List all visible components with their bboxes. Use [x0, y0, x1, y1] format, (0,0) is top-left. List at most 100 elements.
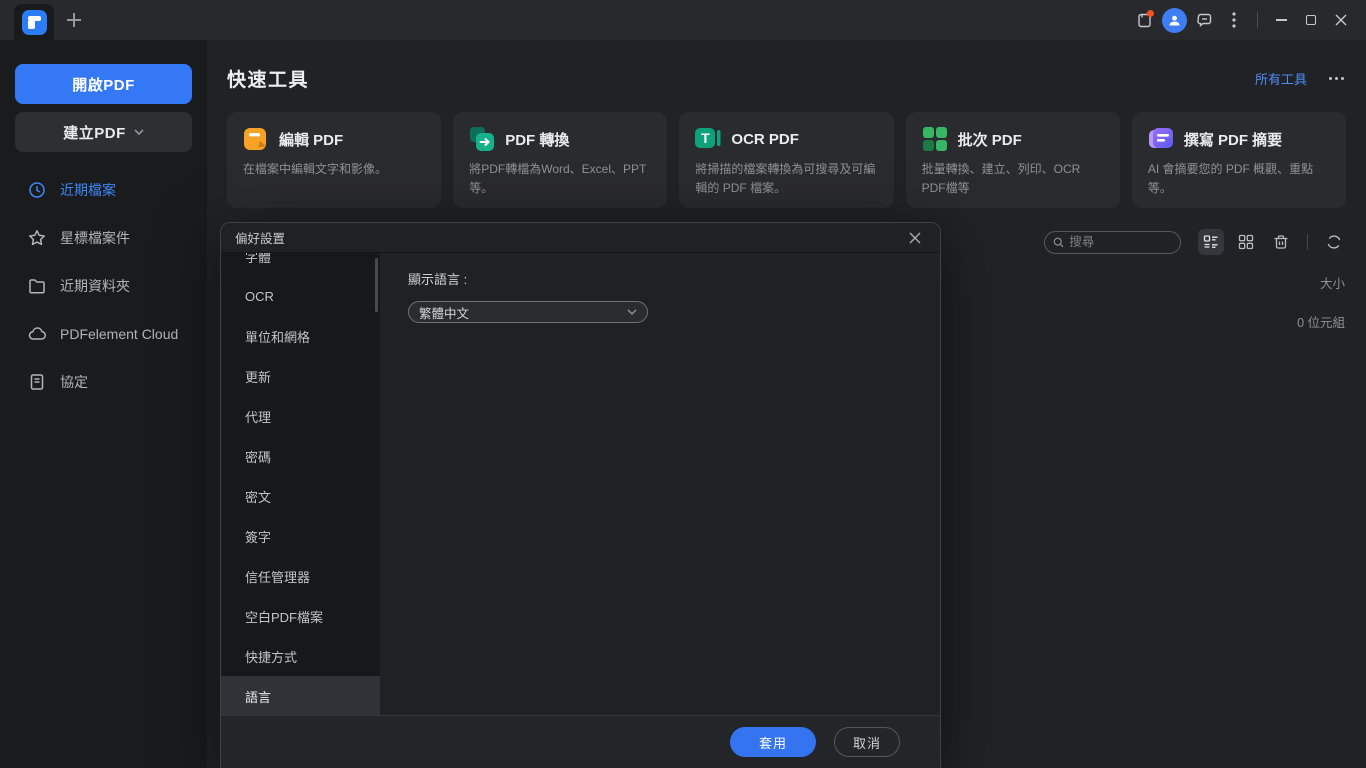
card-ai-summary[interactable]: 撰寫 PDF 摘要 AI 會摘要您的 PDF 概觀、重點等。 — [1132, 112, 1346, 208]
sidebar-item-starred-files[interactable]: 星標檔案件 — [15, 214, 192, 262]
close-icon — [1335, 14, 1347, 26]
card-title: 批次 PDF — [958, 129, 1022, 150]
cloud-icon — [28, 325, 46, 343]
dialog-footer: 套用 取消 — [221, 715, 940, 768]
notification-dot — [1147, 10, 1154, 17]
pref-menu-item-trust-manager[interactable]: 信任管理器 — [221, 556, 380, 596]
list-view-icon — [1203, 234, 1219, 250]
refresh-button[interactable] — [1321, 229, 1347, 255]
document-icon — [28, 373, 46, 391]
account-icon — [1162, 8, 1187, 33]
pref-menu-item-blank-pdf[interactable]: 空白PDF檔案 — [221, 596, 380, 636]
more-tools-icon[interactable] — [1327, 73, 1346, 84]
pref-menu-item-ocr[interactable]: OCR — [221, 276, 380, 316]
card-batch-pdf[interactable]: 批次 PDF 批量轉換、建立、列印、OCR PDF檔等 — [906, 112, 1120, 208]
search-icon — [1053, 236, 1064, 249]
titlebar — [0, 0, 1366, 40]
card-pdf-convert[interactable]: PDF 轉換 將PDF轉檔為Word、Excel、PPT等。 — [453, 112, 667, 208]
pdfelement-logo — [22, 10, 47, 35]
kebab-menu-icon — [1232, 12, 1236, 28]
clear-list-button[interactable] — [1268, 229, 1294, 255]
edit-pdf-icon — [243, 126, 269, 152]
sidebar-item-recent-folders[interactable]: 近期資料夾 — [15, 262, 192, 310]
sidebar: 開啟PDF 建立PDF 近期檔案 星標檔案件 近期資料夾 — [0, 40, 207, 768]
feedback-button[interactable] — [1189, 5, 1219, 35]
card-description: 將PDF轉檔為Word、Excel、PPT等。 — [469, 160, 651, 197]
card-description: 在檔案中編輯文字和影像。 — [243, 160, 425, 179]
pref-menu-item-proxy[interactable]: 代理 — [221, 396, 380, 436]
pref-menu-item-units-grid[interactable]: 單位和網格 — [221, 316, 380, 356]
batch-pdf-icon — [922, 126, 948, 152]
sidebar-item-recent-files[interactable]: 近期檔案 — [15, 166, 192, 214]
trash-icon — [1273, 234, 1289, 250]
ocr-pdf-icon: T — [695, 126, 721, 152]
search-input[interactable] — [1069, 235, 1172, 249]
titlebar-divider — [1257, 12, 1258, 28]
card-title: PDF 轉換 — [505, 129, 569, 150]
create-pdf-label: 建立PDF — [63, 122, 126, 143]
sidebar-item-label: 近期資料夾 — [60, 276, 130, 296]
whats-new-button[interactable] — [1129, 5, 1159, 35]
maximize-button[interactable] — [1296, 5, 1326, 35]
home-tab[interactable] — [14, 4, 54, 40]
search-box[interactable] — [1044, 231, 1181, 254]
card-ocr-pdf[interactable]: T OCR PDF 將掃描的檔案轉換為可搜尋及可編輯的 PDF 檔案。 — [679, 112, 893, 208]
close-button[interactable] — [1326, 5, 1356, 35]
sidebar-item-label: 星標檔案件 — [60, 228, 130, 248]
grid-view-button[interactable] — [1233, 229, 1259, 255]
card-title: 撰寫 PDF 摘要 — [1184, 129, 1282, 150]
app-window: 開啟PDF 建立PDF 近期檔案 星標檔案件 近期資料夾 — [0, 0, 1366, 768]
language-select[interactable]: 繁體中文 — [408, 301, 648, 323]
apply-button[interactable]: 套用 — [730, 727, 816, 757]
dialog-close-button[interactable] — [904, 227, 926, 249]
card-edit-pdf[interactable]: 編輯 PDF 在檔案中編輯文字和影像。 — [227, 112, 441, 208]
total-size-value: 0 位元組 — [1297, 312, 1345, 331]
pref-menu-item-password[interactable]: 密碼 — [221, 436, 380, 476]
pref-menu-item-font[interactable]: 字體 — [221, 253, 380, 276]
cancel-button[interactable]: 取消 — [834, 727, 900, 757]
sidebar-item-label: 近期檔案 — [60, 180, 116, 200]
preferences-menu: 字體 OCR 單位和網格 更新 代理 密碼 密文 簽字 信任管理器 空白PDF檔… — [221, 253, 380, 715]
star-icon — [28, 229, 46, 247]
size-column-label[interactable]: 大小 — [1320, 273, 1345, 292]
open-pdf-button[interactable]: 開啟PDF — [15, 64, 192, 104]
pref-menu-item-redaction[interactable]: 密文 — [221, 476, 380, 516]
sidebar-item-pdfelement-cloud[interactable]: PDFelement Cloud — [15, 310, 192, 358]
pref-menu-item-shortcuts[interactable]: 快捷方式 — [221, 636, 380, 676]
chevron-down-icon — [134, 129, 144, 135]
quick-tools-cards: 編輯 PDF 在檔案中編輯文字和影像。 PDF 轉換 將PDF轉檔為Word、E… — [227, 112, 1346, 208]
card-title: OCR PDF — [731, 131, 799, 148]
sidebar-nav: 近期檔案 星標檔案件 近期資料夾 PDFelement Cloud 協定 — [15, 166, 192, 406]
file-toolbar — [1044, 229, 1347, 255]
card-description: AI 會摘要您的 PDF 概觀、重點等。 — [1148, 160, 1330, 197]
kebab-menu-button[interactable] — [1219, 5, 1249, 35]
ocr-letter: T — [695, 127, 715, 149]
minimize-button[interactable] — [1266, 5, 1296, 35]
maximize-icon — [1306, 15, 1316, 25]
sidebar-item-label: PDFelement Cloud — [60, 326, 178, 342]
sidebar-item-label: 協定 — [60, 372, 88, 392]
dialog-title: 偏好設置 — [235, 228, 285, 247]
pref-menu-item-language[interactable]: 語言 — [221, 676, 380, 715]
dialog-titlebar: 偏好設置 — [221, 223, 940, 253]
refresh-icon — [1326, 234, 1342, 250]
chevron-down-icon — [627, 309, 637, 315]
sidebar-item-agreement[interactable]: 協定 — [15, 358, 192, 406]
pref-menu-item-update[interactable]: 更新 — [221, 356, 380, 396]
folder-icon — [28, 277, 46, 295]
close-icon — [909, 232, 921, 244]
convert-pdf-icon — [469, 126, 495, 152]
menu-scrollbar-thumb[interactable] — [375, 258, 378, 312]
pref-menu-item-signature[interactable]: 簽字 — [221, 516, 380, 556]
create-pdf-button[interactable]: 建立PDF — [15, 112, 192, 152]
account-button[interactable] — [1159, 5, 1189, 35]
ai-summary-icon — [1148, 126, 1174, 152]
page-title: 快速工具 — [227, 65, 309, 92]
card-title: 編輯 PDF — [279, 129, 343, 150]
preferences-dialog: 偏好設置 字體 OCR 單位和網格 更新 代理 密碼 密文 簽字 信任管理器 空… — [220, 222, 941, 768]
new-tab-button[interactable] — [64, 10, 84, 30]
grid-view-icon — [1238, 234, 1254, 250]
card-description: 批量轉換、建立、列印、OCR PDF檔等 — [922, 160, 1104, 197]
list-view-button[interactable] — [1198, 229, 1224, 255]
all-tools-link[interactable]: 所有工具 — [1255, 69, 1307, 88]
